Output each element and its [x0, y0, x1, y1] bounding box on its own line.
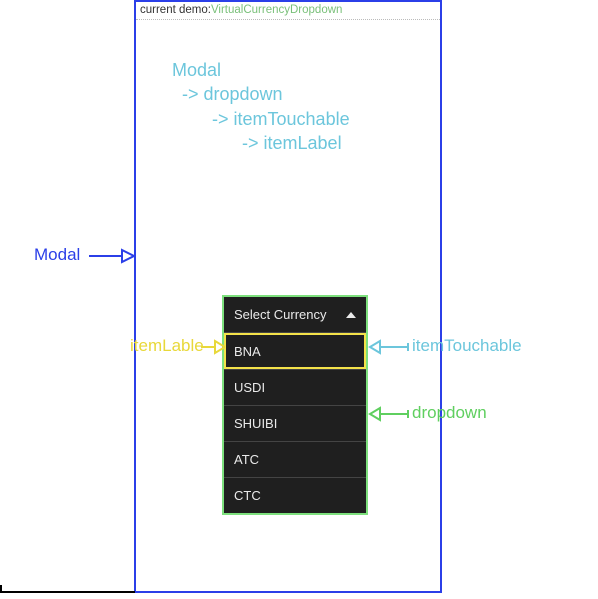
arrow-icon — [199, 338, 225, 356]
annotation-modal-label: Modal — [34, 245, 80, 265]
arrow-icon — [368, 405, 410, 423]
annotation-itemlable-label: itemLable — [130, 336, 204, 356]
dropdown-list: BNA USDI SHUIBI ATC CTC — [224, 333, 366, 513]
dropdown-item[interactable]: ATC — [224, 441, 366, 477]
dropdown-title: Select Currency — [234, 307, 326, 322]
caret-up-icon — [346, 312, 356, 318]
hierarchy-l3: -> itemTouchable — [172, 107, 350, 131]
item-label: CTC — [234, 488, 261, 503]
hierarchy-l1: Modal — [172, 58, 350, 82]
item-label: BNA — [234, 344, 261, 359]
diagram-stage: current demo:VirtualCurrencyDropdown Mod… — [0, 0, 598, 599]
dropdown-item[interactable]: CTC — [224, 477, 366, 513]
hierarchy-text: Modal -> dropdown -> itemTouchable -> it… — [172, 58, 350, 155]
dropdown-item[interactable]: SHUIBI — [224, 405, 366, 441]
demo-header: current demo:VirtualCurrencyDropdown — [136, 2, 440, 20]
arrow-icon — [86, 246, 134, 266]
dropdown-item[interactable]: BNA — [224, 333, 366, 369]
hierarchy-l2: -> dropdown — [172, 82, 350, 106]
demo-header-name: VirtualCurrencyDropdown — [211, 4, 342, 16]
dropdown: Select Currency BNA USDI SHUIBI ATC CTC — [222, 295, 368, 515]
arrow-icon — [368, 338, 410, 356]
decorative-line — [0, 591, 135, 593]
dropdown-header[interactable]: Select Currency — [224, 297, 366, 333]
demo-header-prefix: current demo: — [140, 4, 211, 16]
item-label: SHUIBI — [234, 416, 277, 431]
item-label: USDI — [234, 380, 265, 395]
annotation-dropdown-label: dropdown — [412, 403, 487, 423]
annotation-itemtouchable-label: itemTouchable — [412, 336, 522, 356]
decorative-line — [0, 585, 2, 593]
dropdown-item[interactable]: USDI — [224, 369, 366, 405]
item-label: ATC — [234, 452, 259, 467]
hierarchy-l4: -> itemLabel — [172, 131, 350, 155]
